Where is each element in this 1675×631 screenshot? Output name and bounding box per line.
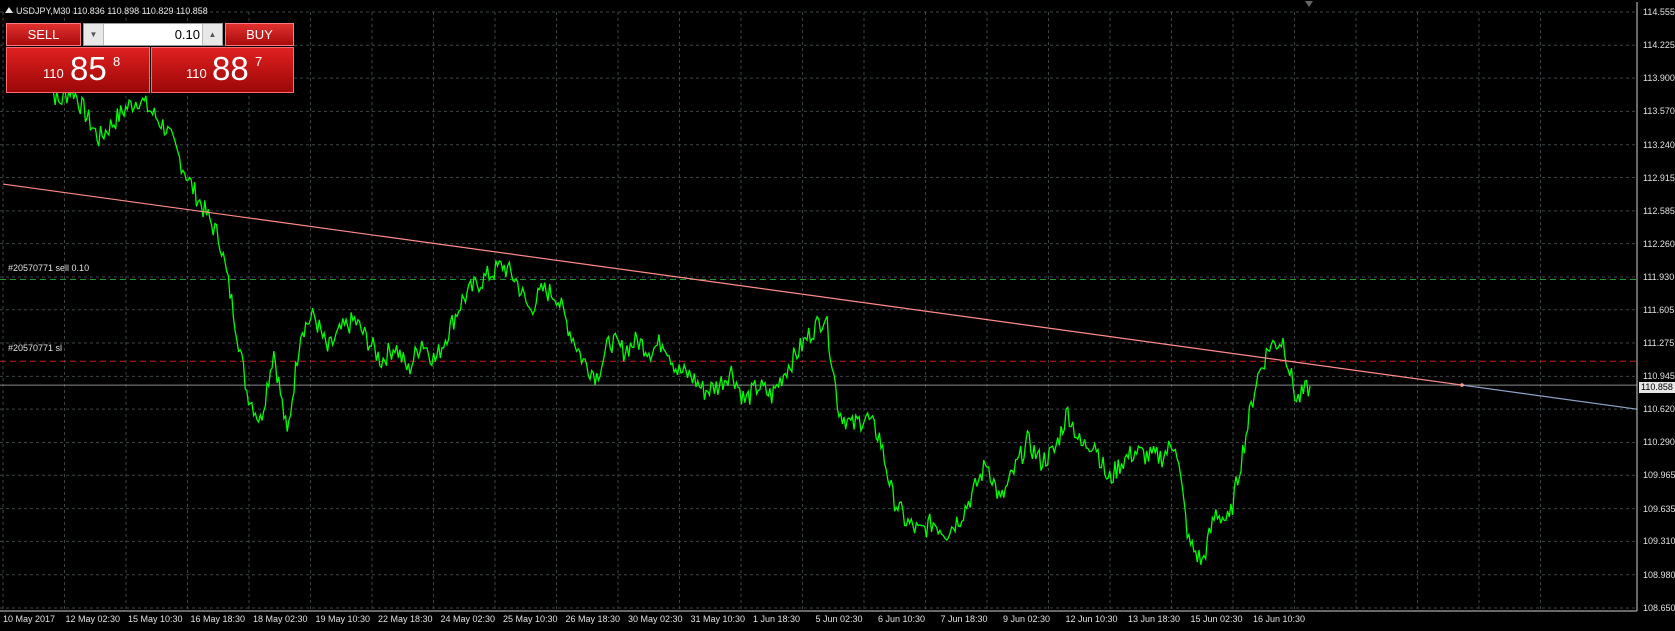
price-series: [44, 72, 1311, 565]
lot-size-input[interactable]: [104, 24, 202, 45]
buy-price-button[interactable]: 110 88 7: [151, 47, 294, 93]
trendline-anchor: [1460, 383, 1464, 387]
time-tick-label: 16 May 18:30: [190, 614, 246, 624]
price-tick-label: 110.620: [1643, 404, 1675, 415]
price-tick-label: 109.965: [1643, 470, 1675, 481]
price-tick-label: 110.945: [1643, 371, 1675, 382]
price-tick-label: 110.290: [1643, 437, 1675, 448]
price-tick-label: 112.260: [1643, 238, 1675, 249]
time-tick-label: 30 May 02:30: [628, 614, 683, 624]
time-tick-label: 31 May 10:30: [690, 614, 746, 624]
sell-order-label[interactable]: #20570771 sell 0.10: [8, 263, 89, 273]
time-tick-label: 24 May 02:30: [440, 614, 496, 624]
one-click-trading-panel: SELL ▼ ▲ BUY 110 85 8 110 88 7: [6, 23, 294, 93]
chart-canvas[interactable]: [0, 0, 1675, 631]
sell-button[interactable]: SELL: [6, 23, 81, 46]
lot-increase-icon[interactable]: ▲: [202, 24, 222, 45]
shift-marker-icon[interactable]: [1305, 1, 1313, 7]
chart-grid: [0, 11, 1637, 611]
time-tick-label: 10 May 2017: [3, 614, 56, 624]
buy-price-main: 88: [212, 50, 249, 87]
time-tick-label: 12 Jun 10:30: [1065, 614, 1118, 624]
chart-axes: [0, 2, 1638, 612]
trendline-layer: [2, 183, 1638, 410]
time-tick-label: 1 Jun 18:30: [753, 614, 801, 624]
sell-price-button[interactable]: 110 85 8: [6, 47, 150, 93]
time-tick-label: 18 May 02:30: [253, 614, 308, 624]
trendline-extension: [1461, 384, 1638, 410]
time-tick-label: 5 Jun 02:30: [815, 614, 863, 624]
price-tick-label: 111.275: [1643, 338, 1675, 349]
order-level-lines: [0, 278, 1637, 386]
sell-price-point: 8: [113, 54, 121, 69]
price-tick-label: 111.605: [1643, 304, 1675, 315]
time-tick-label: 15 Jun 02:30: [1190, 614, 1243, 624]
price-tick-label: 113.900: [1643, 73, 1675, 84]
time-tick-label: 13 Jun 18:30: [1128, 614, 1181, 624]
price-tick-label: 108.650: [1643, 603, 1675, 613]
time-tick-label: 9 Jun 02:30: [1003, 614, 1051, 624]
symbol-header: USDJPY,M30 110.836 110.898 110.829 110.8…: [16, 6, 208, 16]
price-tick-label: 112.585: [1643, 205, 1675, 216]
trendline: [2, 183, 1463, 386]
lot-size-field: ▼ ▲: [83, 23, 223, 46]
time-tick-label: 12 May 02:30: [65, 614, 121, 624]
stop-loss-label[interactable]: #20570771 sl: [8, 343, 62, 353]
time-tick-label: 22 May 18:30: [378, 614, 433, 624]
time-tick-label: 25 May 10:30: [503, 614, 558, 624]
collapse-arrow-icon[interactable]: [5, 7, 13, 13]
buy-button[interactable]: BUY: [225, 23, 294, 46]
price-tick-label: 114.555: [1643, 7, 1675, 17]
sell-price-main: 85: [70, 50, 107, 87]
buy-price-point: 7: [255, 54, 263, 69]
lot-decrease-icon[interactable]: ▼: [84, 24, 104, 45]
price-tick-label: 111.930: [1643, 271, 1675, 282]
time-tick-label: 26 May 18:30: [565, 614, 621, 624]
price-tick-label: 114.225: [1643, 40, 1675, 51]
price-tick-label: 113.570: [1643, 106, 1675, 117]
price-tick-label: 108.980: [1643, 569, 1675, 580]
bid-price-tag: 110.858: [1639, 382, 1675, 393]
time-tick-label: 19 May 10:30: [315, 614, 371, 624]
price-tick-label: 112.915: [1643, 172, 1675, 183]
time-tick-label: 15 May 10:30: [128, 614, 183, 624]
sell-price-prefix: 110: [43, 66, 64, 81]
time-tick-label: 7 Jun 18:30: [940, 614, 988, 624]
buy-price-prefix: 110: [186, 66, 207, 81]
time-tick-label: 6 Jun 10:30: [878, 614, 926, 624]
time-tick-label: 16 Jun 10:30: [1253, 614, 1306, 624]
price-tick-label: 113.240: [1643, 139, 1675, 150]
price-tick-label: 109.310: [1643, 536, 1675, 547]
price-line: [44, 72, 1311, 565]
price-tick-label: 109.635: [1643, 503, 1675, 514]
